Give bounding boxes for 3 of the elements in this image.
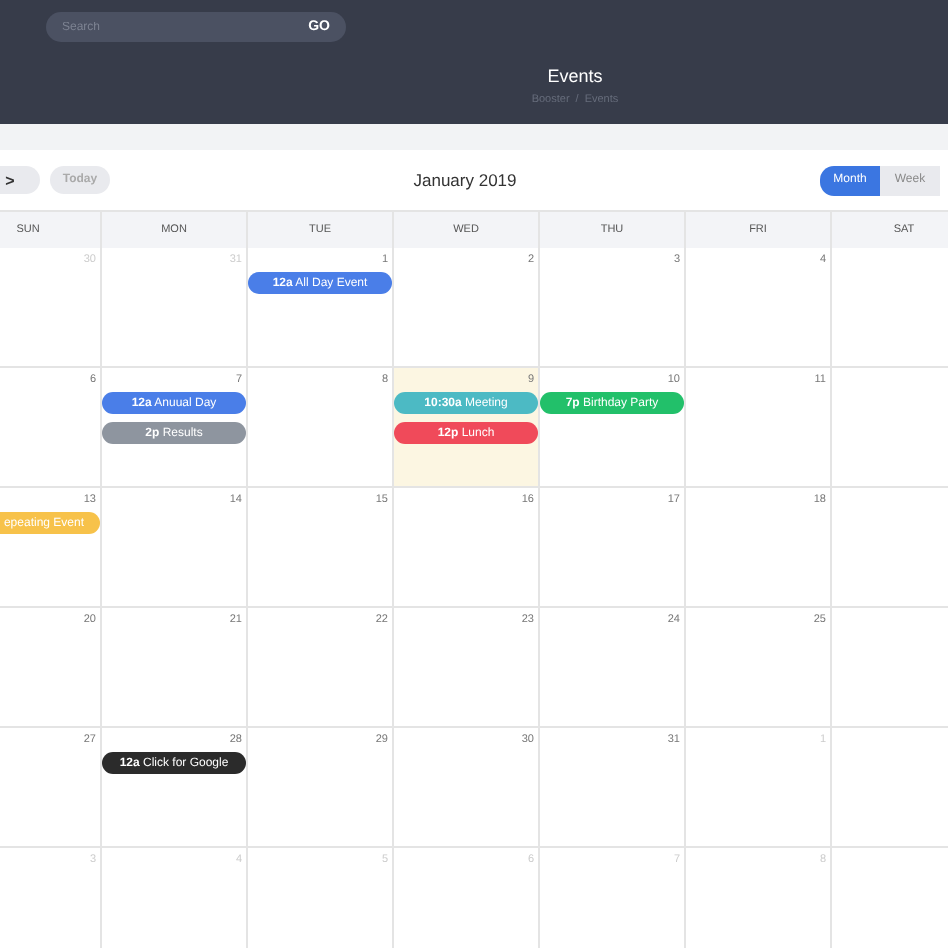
calendar-title: January 2019 (413, 170, 517, 190)
page-title: Events (547, 66, 603, 86)
next-button[interactable]: > (0, 166, 40, 194)
